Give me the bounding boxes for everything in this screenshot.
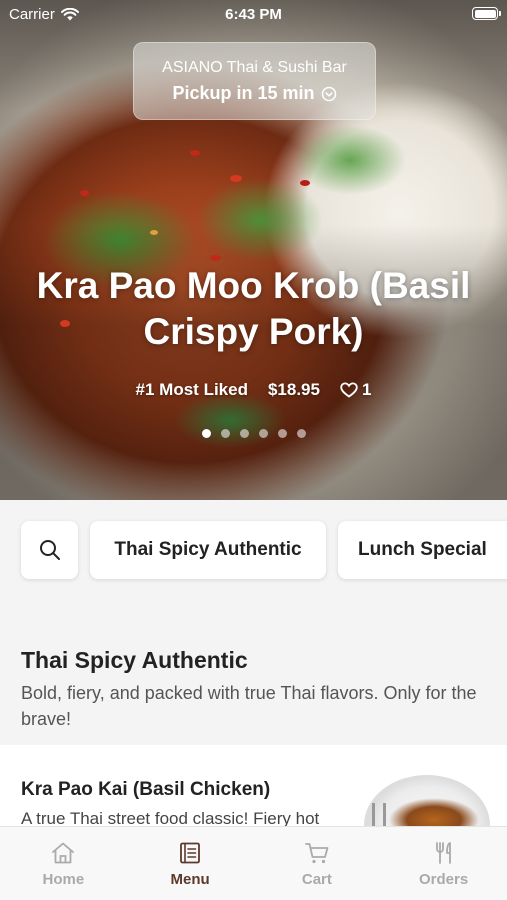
home-icon	[52, 842, 75, 864]
carousel-dot[interactable]	[201, 429, 211, 438]
tab-home[interactable]: Home	[0, 827, 127, 900]
cart-icon	[304, 843, 329, 864]
battery-icon	[472, 7, 501, 20]
featured-dish-title[interactable]: Kra Pao Moo Krob (Basil Crispy Pork)	[20, 263, 487, 355]
category-chip-lunch-special[interactable]: Lunch Special	[338, 521, 507, 579]
search-button[interactable]	[21, 521, 78, 579]
tab-menu[interactable]: Menu	[127, 827, 254, 900]
featured-dish-meta: #1 Most Liked $18.95 1	[0, 380, 507, 400]
menu-item-name: Kra Pao Kai (Basil Chicken)	[21, 779, 271, 800]
section-title: Thai Spicy Authentic	[21, 647, 248, 673]
carousel-dot[interactable]	[258, 429, 268, 438]
tab-cart-label: Cart	[301, 871, 332, 888]
tab-orders[interactable]: Orders	[380, 827, 507, 900]
like-button[interactable]: 1	[340, 380, 371, 400]
utensils-icon	[435, 842, 451, 864]
category-chip-bar: Thai Spicy Authentic Lunch Special	[0, 500, 507, 600]
popularity-badge: #1 Most Liked	[135, 380, 248, 399]
app-root: Carrier 6:43 PM ASIANO Thai & Sushi Bar …	[0, 0, 507, 900]
carousel-page-indicator[interactable]	[0, 429, 507, 438]
tab-menu-label: Menu	[170, 871, 210, 888]
status-bar: Carrier 6:43 PM	[0, 0, 507, 30]
pickup-label: Pickup in 15 min	[172, 83, 315, 103]
menu-icon	[180, 842, 201, 864]
tab-home-label: Home	[42, 871, 85, 888]
search-icon	[39, 540, 60, 560]
chevron-down-circle-icon	[321, 86, 336, 101]
clock: 6:43 PM	[225, 6, 282, 23]
heart-icon	[340, 382, 358, 398]
category-chip-thai-spicy-authentic[interactable]: Thai Spicy Authentic	[90, 521, 326, 579]
pickup-time: Pickup in 15 min	[134, 83, 375, 104]
carousel-dot[interactable]	[296, 429, 306, 438]
bottom-tab-bar: Home Menu Cart Orders	[0, 826, 507, 900]
tab-orders-label: Orders	[419, 871, 469, 888]
like-count: 1	[361, 380, 372, 399]
hero-carousel[interactable]: Carrier 6:43 PM ASIANO Thai & Sushi Bar …	[0, 0, 507, 500]
carousel-dot[interactable]	[239, 429, 249, 438]
store-pickup-selector[interactable]: ASIANO Thai & Sushi Bar Pickup in 15 min	[133, 42, 376, 120]
carousel-dot[interactable]	[220, 429, 230, 438]
carousel-dot[interactable]	[277, 429, 287, 438]
menu-section-header: Thai Spicy Authentic Bold, fiery, and pa…	[0, 600, 507, 745]
tab-cart[interactable]: Cart	[254, 827, 381, 900]
dish-price: $18.95	[267, 380, 320, 399]
store-name: ASIANO Thai & Sushi Bar	[162, 59, 347, 76]
section-description: Bold, fiery, and packed with true Thai f…	[21, 683, 477, 729]
